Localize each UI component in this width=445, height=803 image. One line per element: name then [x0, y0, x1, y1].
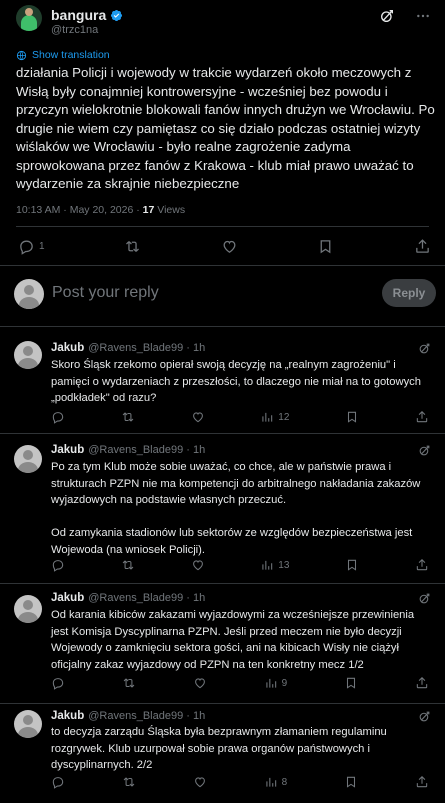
translate-icon — [16, 50, 27, 60]
retweet-action[interactable] — [124, 238, 141, 255]
reply-avatar[interactable] — [14, 445, 42, 473]
reply-author-name[interactable]: Jakub — [51, 592, 84, 604]
bookmark-icon[interactable] — [344, 676, 358, 690]
grok-icon[interactable] — [418, 710, 431, 723]
share-icon[interactable] — [415, 558, 429, 572]
reply-actions: 8 — [51, 775, 429, 789]
views-icon — [262, 412, 273, 422]
reply-header: Jakub @Ravens_Blade99 · 1h — [51, 592, 205, 604]
reply-header: Jakub @Ravens_Blade99 · 1h — [51, 342, 205, 354]
retweet-icon — [126, 241, 140, 252]
verified-badge-icon — [111, 9, 123, 21]
views-count: 12 — [278, 411, 290, 423]
reply-actions: 9 — [51, 676, 429, 690]
reply-avatar[interactable] — [14, 710, 42, 738]
reply-icon[interactable] — [51, 775, 65, 789]
grok-icon[interactable] — [379, 8, 395, 24]
views-count: 17 — [142, 204, 155, 216]
like-icon — [223, 240, 236, 253]
reply-author-name[interactable]: Jakub — [51, 342, 84, 354]
reply-text: Po za tym Klub może sobie uważać, co chc… — [51, 461, 421, 556]
reply-author-handle[interactable]: @Ravens_Blade99 · 1h — [88, 342, 205, 354]
views-count: 9 — [281, 677, 288, 689]
retweet-icon[interactable] — [121, 558, 135, 572]
reply-input[interactable]: Post your reply — [52, 284, 159, 302]
bookmark-icon[interactable] — [344, 775, 358, 789]
reply-composer: Post your reply Reply — [0, 266, 445, 324]
divider — [0, 326, 445, 327]
tweet-actions: 1 — [18, 238, 431, 255]
reply-item[interactable]: Jakub @Ravens_Blade99 · 1h to decyzja za… — [0, 704, 445, 803]
author-name-line[interactable]: bangura — [51, 7, 123, 23]
reply-item[interactable]: Jakub @Ravens_Blade99 · 1h Od karania ki… — [0, 584, 445, 704]
reply-actions: 12 — [51, 410, 429, 424]
reply-author-name[interactable]: Jakub — [51, 710, 84, 722]
show-translation-link[interactable]: Show translation — [16, 49, 110, 61]
share-icon[interactable] — [415, 676, 429, 690]
reply-author-handle[interactable]: @Ravens_Blade99 · 1h — [88, 710, 205, 722]
tweet-meta: 10:13 AM · May 20, 2026 · 17 Views — [16, 204, 185, 216]
like-action[interactable] — [221, 238, 238, 255]
user-avatar[interactable] — [14, 279, 44, 309]
reply-text: Od karania kibiców zakazami wyjazdowymi … — [51, 609, 415, 671]
views-action[interactable]: 12 — [260, 410, 289, 424]
views-action[interactable]: 13 — [260, 558, 289, 572]
views-label: Views — [154, 204, 186, 216]
like-icon[interactable] — [191, 410, 205, 424]
views-count: 8 — [281, 776, 288, 788]
retweet-icon[interactable] — [121, 410, 135, 424]
divider — [16, 226, 429, 227]
reply-header: Jakub @Ravens_Blade99 · 1h — [51, 710, 205, 722]
tweet-text: działania Policji i wojewody w trakcie w… — [16, 65, 435, 191]
retweet-icon[interactable] — [122, 775, 136, 789]
bookmark-icon[interactable] — [345, 410, 359, 424]
share-icon[interactable] — [415, 410, 429, 424]
views-action[interactable]: 9 — [264, 676, 288, 690]
author-handle[interactable]: @trzc1na — [51, 24, 98, 36]
reply-text: to decyzja zarządu Śląska była bezprawny… — [51, 726, 387, 771]
reply-author-handle[interactable]: @Ravens_Blade99 · 1h — [88, 592, 205, 604]
reply-action[interactable]: 1 — [18, 238, 45, 255]
reply-actions: 13 — [51, 558, 429, 572]
more-icon[interactable] — [415, 8, 431, 24]
reply-avatar[interactable] — [14, 341, 42, 369]
views-action[interactable]: 8 — [264, 775, 288, 789]
tweet-time[interactable]: 10:13 AM · May 20, 2026 · — [16, 204, 143, 216]
share-icon — [416, 239, 429, 253]
like-icon[interactable] — [191, 558, 205, 572]
grok-icon[interactable] — [418, 444, 431, 457]
reply-icon[interactable] — [51, 558, 65, 572]
reply-icon — [20, 240, 33, 255]
show-translation-label[interactable]: Show translation — [32, 49, 110, 61]
views-icon — [266, 678, 276, 688]
retweet-icon[interactable] — [122, 676, 136, 690]
reply-item[interactable]: Jakub @Ravens_Blade99 · 1h Skoro Śląsk r… — [0, 330, 445, 434]
reply-avatar[interactable] — [14, 595, 42, 623]
reply-icon[interactable] — [51, 410, 65, 424]
grok-icon[interactable] — [418, 592, 431, 605]
reply-button[interactable]: Reply — [382, 279, 436, 307]
author-avatar[interactable] — [16, 5, 42, 31]
bookmark-action[interactable] — [317, 238, 334, 255]
share-icon[interactable] — [415, 775, 429, 789]
author-name[interactable]: bangura — [51, 7, 106, 23]
reply-header: Jakub @Ravens_Blade99 · 1h — [51, 444, 205, 456]
share-action[interactable] — [414, 238, 431, 255]
like-icon[interactable] — [193, 676, 207, 690]
reply-icon[interactable] — [51, 676, 65, 690]
views-count: 13 — [278, 559, 290, 571]
reply-text: Skoro Śląsk rzekomo opierał swoją decyzj… — [51, 359, 421, 404]
bookmark-icon[interactable] — [345, 558, 359, 572]
reply-count: 1 — [39, 241, 45, 252]
like-icon[interactable] — [193, 775, 207, 789]
views-icon — [266, 777, 276, 787]
reply-item[interactable]: Jakub @Ravens_Blade99 · 1h Po za tym Klu… — [0, 434, 445, 584]
reply-author-name[interactable]: Jakub — [51, 444, 84, 456]
views-icon — [262, 560, 273, 570]
bookmark-icon — [321, 240, 331, 254]
reply-author-handle[interactable]: @Ravens_Blade99 · 1h — [88, 444, 205, 456]
grok-icon[interactable] — [418, 342, 431, 355]
